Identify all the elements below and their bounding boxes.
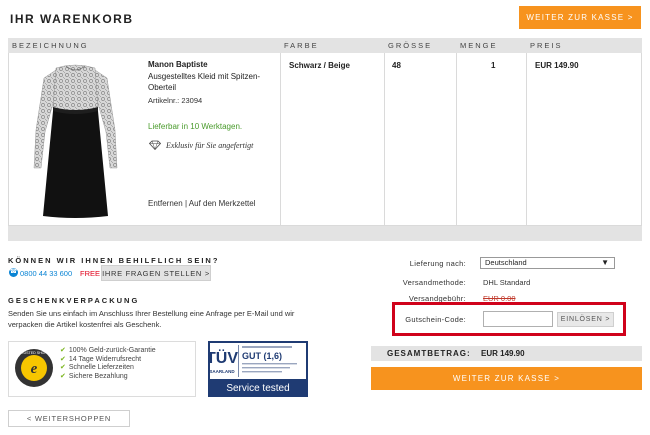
guarantee-item: ✔ Sichere Bezahlung — [60, 372, 128, 380]
shipping-method-label: Versandmethode: — [402, 278, 466, 287]
product-brand: Manon Baptiste — [148, 60, 208, 69]
delivery-label: Lieferung nach: — [409, 259, 466, 268]
tuv-seal-icon[interactable]: TÜV SAARLAND GUT (1,6) Service tested — [208, 341, 308, 397]
tuv-service-tested: Service tested — [226, 383, 289, 394]
coupon-label: Gutschein-Code: — [405, 315, 466, 324]
guarantee-item: ✔ 14 Tage Widerrufsrecht — [60, 355, 142, 363]
tuv-grade: GUT (1,6) — [242, 351, 282, 361]
phone-number[interactable]: 0800 44 33 600 — [20, 269, 72, 278]
ask-question-button[interactable]: IHRE FRAGEN STELLEN > — [101, 265, 211, 281]
country-select[interactable]: Deutschland ▼ — [480, 257, 615, 269]
product-description[interactable]: Ausgestelltes Kleid mit Spitzen-Oberteil — [148, 71, 273, 93]
remove-link[interactable]: Entfernen — [148, 199, 183, 208]
tuv-region: SAARLAND — [209, 369, 235, 374]
redeem-coupon-button[interactable]: EINLÖSEN > — [557, 312, 614, 327]
svg-text:e: e — [31, 361, 38, 377]
check-icon: ✔ — [60, 347, 66, 354]
country-select-value: Deutschland — [485, 258, 527, 267]
checkout-button-top[interactable]: WEITER ZUR KASSE > — [519, 6, 641, 29]
total-value: EUR 149.90 — [481, 349, 525, 358]
delivery-status: Lieferbar in 10 Werktagen. — [148, 122, 243, 131]
trusted-shops-seal-icon[interactable]: e TRUSTED SHOPS — [14, 346, 54, 390]
diamond-icon — [149, 140, 161, 150]
column-divider — [280, 53, 281, 226]
wishlist-link[interactable]: Auf den Merkzettel — [189, 199, 256, 208]
shipping-method-value: DHL Standard — [483, 278, 531, 287]
column-header-price: PREIS — [530, 41, 563, 50]
check-icon: ✔ — [60, 364, 66, 372]
product-actions: Entfernen | Auf den Merkzettel — [148, 199, 256, 208]
product-image[interactable] — [28, 60, 123, 220]
guarantee-list: ✔ 100% Geld-zurück-Garantie ✔ 14 Tage Wide… — [60, 347, 156, 381]
gift-wrap-text: Senden Sie uns einfach im Anschluss Ihre… — [8, 309, 295, 329]
phone-icon: ☎ — [9, 268, 18, 277]
link-separator: | — [184, 199, 188, 208]
help-title: KÖNNEN WIR IHNEN BEHILFLICH SEIN? — [8, 256, 220, 265]
check-icon: ✔ — [60, 372, 66, 380]
tuv-brand: TÜV — [208, 348, 238, 367]
column-header-name: BEZEICHNUNG — [12, 41, 89, 50]
exclusive-note: Exklusiv für Sie angefertigt — [166, 141, 254, 150]
item-color: Schwarz / Beige — [289, 61, 350, 70]
checkout-button-bottom[interactable]: WEITER ZUR KASSE > — [371, 367, 642, 390]
item-size: 48 — [392, 61, 401, 70]
column-divider — [384, 53, 385, 226]
guarantee-item: ✔ 100% Geld-zurück-Garantie — [60, 347, 156, 354]
dropdown-arrow-icon: ▼ — [601, 258, 609, 267]
column-header-size: GRÖSSE — [388, 41, 433, 50]
column-divider — [526, 53, 527, 226]
trusted-shops-label: TRUSTED SHOPS — [19, 351, 50, 355]
guarantee-item: ✔ Schnelle Lieferzeiten — [60, 364, 134, 372]
total-label: GESAMTBETRAG: — [387, 349, 471, 358]
column-header-color: FARBE — [284, 41, 319, 50]
column-divider — [456, 53, 457, 226]
item-price: EUR 149.90 — [535, 61, 579, 70]
product-article-number: Artikelnr.: 23094 — [148, 96, 203, 105]
item-quantity[interactable]: 1 — [491, 61, 495, 70]
page-title: IHR WARENKORB — [10, 12, 134, 26]
coupon-input[interactable] — [483, 311, 553, 327]
column-header-quantity: MENGE — [460, 41, 498, 50]
cart-table-footer — [8, 226, 642, 241]
continue-shopping-button[interactable]: < WEITERSHOPPEN — [8, 410, 130, 427]
gift-wrap-title: GESCHENKVERPACKUNG — [8, 296, 140, 305]
check-icon: ✔ — [60, 355, 66, 363]
cart-table-header: BEZEICHNUNG FARBE GRÖSSE MENGE PREIS — [8, 38, 642, 53]
